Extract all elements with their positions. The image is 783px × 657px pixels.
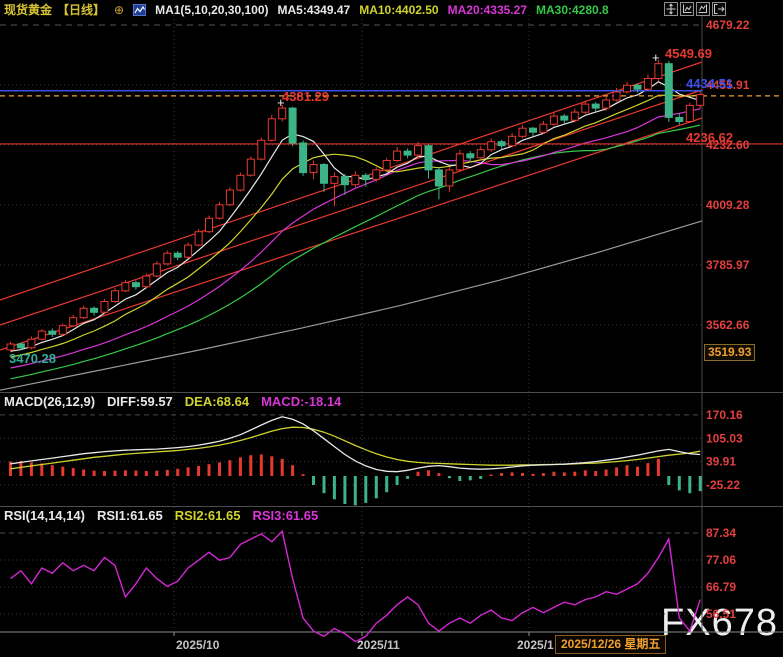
svg-text:4679.22: 4679.22 [706,18,750,32]
chart-canvas[interactable]: 4679.224455.914232.604009.283785.973562.… [0,0,783,657]
peak-price-label: 4381.29 [282,89,329,104]
macd-header: MACD(26,12,9) DIFF:59.57 DEA:68.64 MACD:… [4,394,341,409]
svg-text:66.79: 66.79 [706,580,736,594]
svg-text:56.51: 56.51 [706,607,736,621]
macd-dea-value: DEA:68.64 [185,394,249,409]
rsi2-value: RSI2:61.65 [175,508,241,523]
ma-settings-label: MA1(5,10,20,30,100) [155,3,268,17]
macd-value: MACD:-18.14 [261,394,341,409]
symbol-title: 现货黄金 [4,1,52,18]
svg-text:3562.66: 3562.66 [706,318,750,332]
scale-right-icon[interactable] [696,2,710,16]
high-price-label: 4549.69 [665,46,712,61]
rsi1-value: RSI1:61.65 [97,508,163,523]
svg-text:-25.22: -25.22 [706,478,740,492]
x-axis-label-dec: 2025/1 [517,638,554,652]
current-price-label: 4434.51 [686,76,733,91]
period-label[interactable]: 【日线】 [57,1,105,18]
cross-marker-2: + [652,50,660,65]
x-axis-label-nov: 2025/11 [357,638,400,652]
chart-type-icon[interactable] [133,4,146,16]
cross-marker-1: + [277,95,285,110]
ma30-value: MA30:4280.8 [536,3,609,17]
svg-text:4009.28: 4009.28 [706,198,750,212]
scale-left-icon[interactable] [680,2,694,16]
low-price-label: 3470.28 [9,351,56,366]
macd-diff-value: DIFF:59.57 [107,394,173,409]
detach-icon[interactable] [712,2,726,16]
svg-text:77.06: 77.06 [706,553,736,567]
price-tag: 3519.93 [704,344,755,361]
rsi3-value: RSI3:61.65 [252,508,318,523]
x-axis-label-oct: 2025/10 [176,638,219,652]
ma20-value: MA20:4335.27 [448,3,527,17]
ma10-value: MA10:4402.50 [359,3,438,17]
svg-text:39.91: 39.91 [706,455,736,469]
svg-text:105.03: 105.03 [706,431,743,445]
ma5-value: MA5:4349.47 [278,3,351,17]
trading-chart-window: FX678 4679.224455.914232.604009.283785.9… [0,0,783,657]
svg-text:3785.97: 3785.97 [706,258,750,272]
svg-text:87.34: 87.34 [706,526,736,540]
support-price-label: 4236.62 [686,130,733,145]
svg-text:170.16: 170.16 [706,408,743,422]
rsi-header: RSI(14,14,14) RSI1:61.65 RSI2:61.65 RSI3… [4,508,318,523]
chart-header: 现货黄金 【日线】 ⊕ MA1(5,10,20,30,100) MA5:4349… [4,1,609,18]
chart-toolbar [664,2,726,16]
link-icon[interactable]: ⊕ [114,3,124,17]
current-date-label: 2025/12/26 星期五 [555,635,666,654]
rsi-name: RSI(14,14,14) [4,508,85,523]
pan-icon[interactable] [664,2,678,16]
macd-name: MACD(26,12,9) [4,394,95,409]
